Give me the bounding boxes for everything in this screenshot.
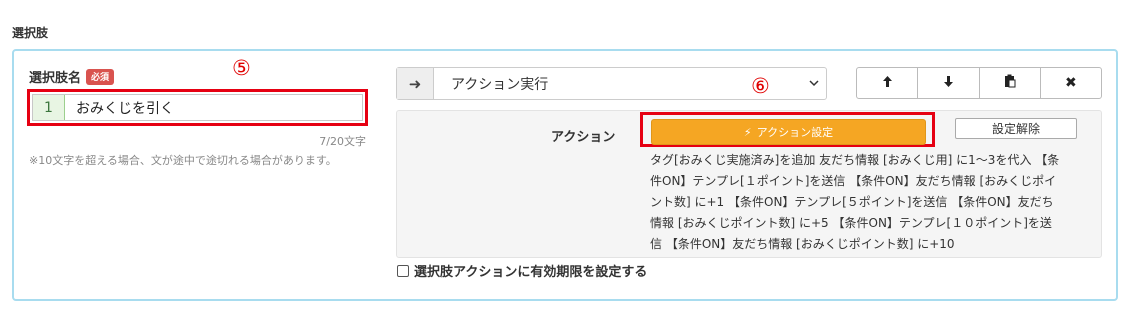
- action-label: アクション: [551, 130, 616, 145]
- chevron-down-icon: [802, 68, 826, 99]
- arrow-down-icon: [943, 75, 954, 92]
- delete-button[interactable]: ✖: [1041, 68, 1101, 98]
- clear-settings-button[interactable]: 設定解除: [955, 118, 1077, 139]
- choice-input-highlight: 1 おみくじを引く: [27, 89, 368, 126]
- choice-name-value[interactable]: おみくじを引く: [65, 95, 362, 120]
- choice-number: 1: [33, 95, 65, 120]
- choice-name-label-text: 選択肢名: [29, 71, 82, 86]
- char-count: 7/20文字: [319, 135, 366, 148]
- choice-hint: ※10文字を超える場合、文が途中で途切れる場合があります。: [29, 154, 337, 167]
- required-badge: 必須: [86, 68, 115, 85]
- clipboard-icon: [1004, 74, 1016, 92]
- action-settings-label: アクション設定: [756, 126, 834, 139]
- arrow-up-icon: [882, 75, 893, 92]
- action-type-value: アクション実行: [451, 76, 549, 93]
- copy-button[interactable]: [980, 68, 1041, 98]
- expiry-checkbox[interactable]: [397, 264, 409, 277]
- choice-name-input[interactable]: 1 おみくじを引く: [32, 94, 363, 121]
- section-title: 選択肢: [12, 26, 49, 40]
- action-description: タグ[おみくじ実施済み]を追加 友だち情報 [おみくじ用] に1〜3を代入 【条…: [650, 153, 1060, 251]
- expiry-label: 選択肢アクションに有効期限を設定する: [414, 265, 648, 280]
- action-settings-button[interactable]: ⚡ アクション設定: [651, 119, 926, 145]
- annotation-six: ⑥: [751, 74, 770, 98]
- move-up-button[interactable]: [857, 68, 919, 98]
- move-down-button[interactable]: [918, 68, 980, 98]
- close-icon: ✖: [1065, 75, 1077, 91]
- annotation-five: ⑤: [232, 56, 251, 80]
- choice-name-label: 選択肢名 必須: [29, 67, 115, 86]
- choice-control-buttons: ✖: [856, 67, 1102, 99]
- bolt-icon: ⚡: [743, 125, 752, 139]
- action-button-highlight: ⚡ アクション設定: [640, 112, 935, 147]
- expiry-option[interactable]: 選択肢アクションに有効期限を設定する: [397, 261, 647, 280]
- arrow-right-icon: ➜: [397, 68, 434, 99]
